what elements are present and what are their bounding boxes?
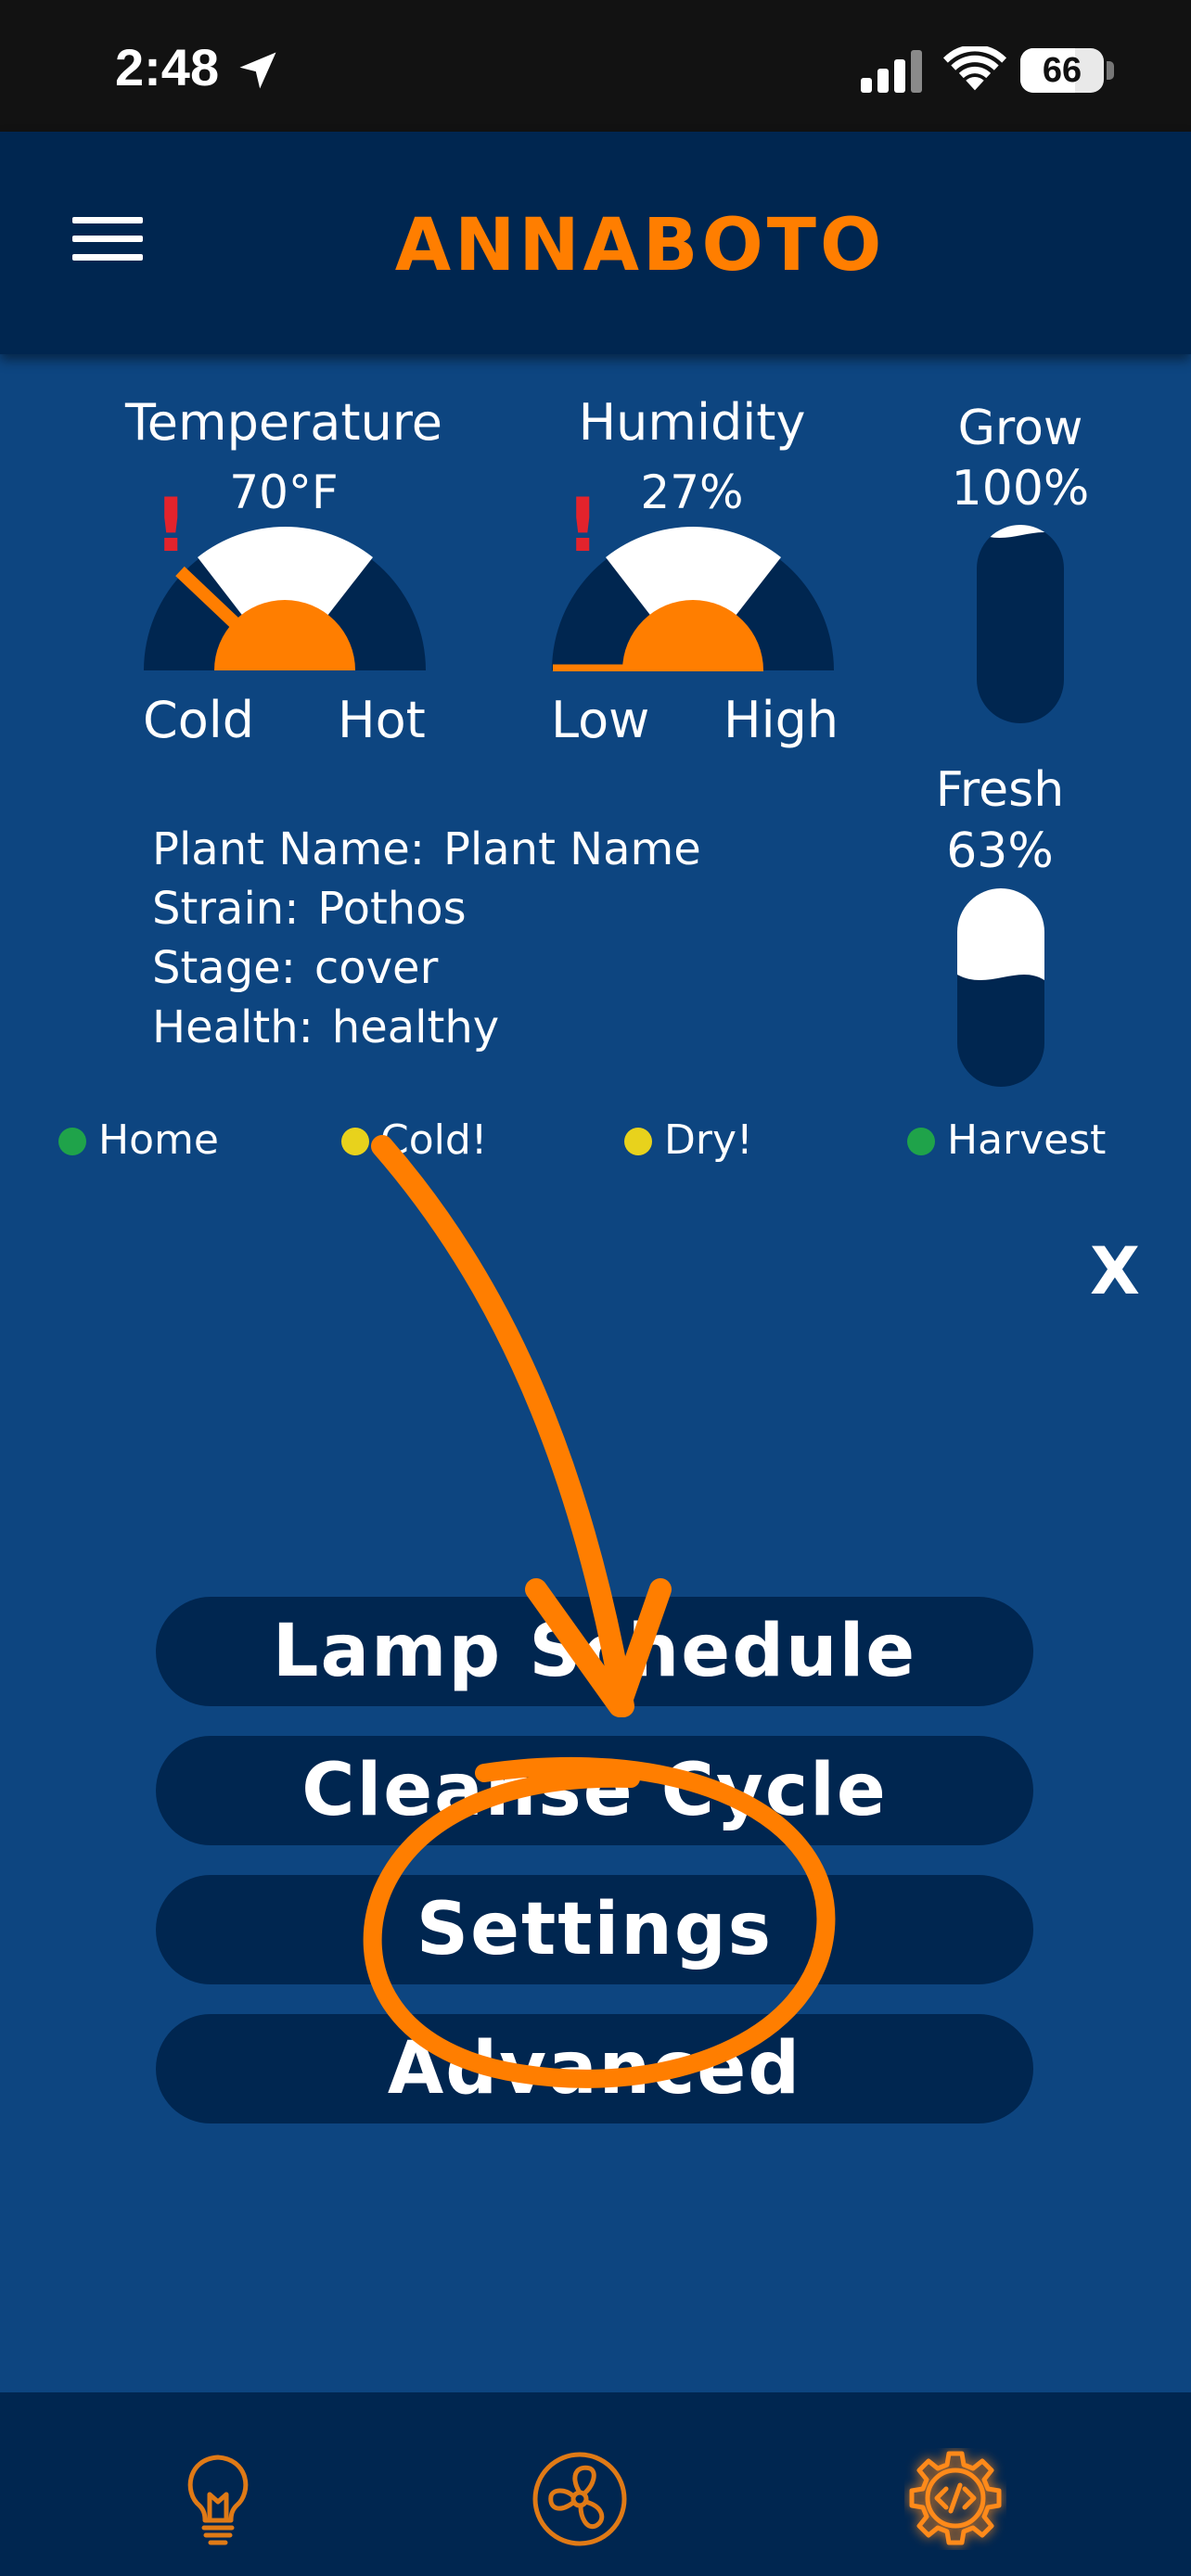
strain-key: Strain: [152,883,300,935]
advanced-button[interactable]: Advanced [156,2014,1033,2123]
plant-name-value: Plant Name [442,823,701,875]
fresh-level-bar [957,888,1044,1087]
cleanse-cycle-button[interactable]: Cleanse Cycle [156,1736,1033,1845]
cold-status-dot [341,1128,369,1155]
fresh-level-fill [957,888,1044,980]
wifi-icon [942,46,1007,91]
grow-value: 100% [951,461,1090,516]
dry-status-label: Dry! [664,1116,753,1164]
battery-nub [1107,61,1114,80]
battery-icon: 66 [1020,48,1104,93]
temperature-gauge [141,527,429,673]
home-status-label: Home [98,1116,219,1164]
humidity-title: Humidity [578,393,806,452]
humidity-high-label: High [724,691,839,749]
stage-row: Stage: cover [152,942,438,994]
strain-row: Strain: Pothos [152,883,467,935]
home-status-dot [58,1128,86,1155]
plant-name-row: Plant Name: Plant Name [152,823,701,875]
fresh-value: 63% [946,823,1054,879]
level-surface [977,525,1064,538]
location-arrow-icon [239,52,276,89]
strain-value: Pothos [317,883,467,935]
temperature-low-label: Cold [143,691,255,749]
health-key: Health: [152,1001,314,1053]
grow-level-bar [977,525,1064,723]
temperature-high-label: Hot [338,691,426,749]
grow-label: Grow [957,401,1083,456]
humidity-gauge [549,527,837,673]
temperature-title: Temperature [124,393,443,452]
harvest-status-label: Harvest [947,1116,1107,1164]
orange-arrow-annotation [363,1135,836,2088]
health-row: Health: healthy [152,1001,499,1053]
humidity-value: 27% [640,465,744,519]
status-time: 2:48 [115,38,220,96]
battery-percent: 66 [1042,51,1082,90]
hamburger-menu-icon[interactable] [72,213,145,265]
fan-icon[interactable] [529,2448,631,2550]
app-title: ANNABOTO [394,204,886,287]
grow-level-fill [977,525,1064,538]
lamp-schedule-button[interactable]: Lamp Schedule [156,1597,1033,1706]
health-value: healthy [331,1001,500,1053]
stage-key: Stage: [152,942,296,994]
humidity-low-label: Low [551,691,650,749]
cold-status-label: Cold! [380,1116,488,1164]
fresh-label: Fresh [935,762,1065,818]
dry-status-dot [624,1128,652,1155]
settings-button[interactable]: Settings [156,1875,1033,1984]
plant-name-key: Plant Name: [152,823,425,875]
harvest-status-dot [907,1128,935,1155]
code-settings-icon[interactable] [904,2448,1006,2550]
light-bulb-icon[interactable] [167,2448,269,2550]
stage-value: cover [314,942,439,994]
cellular-signal-icon [861,50,922,93]
temperature-value: 70°F [229,465,339,519]
level-surface [957,888,1044,980]
close-button[interactable]: X [1090,1233,1140,1309]
